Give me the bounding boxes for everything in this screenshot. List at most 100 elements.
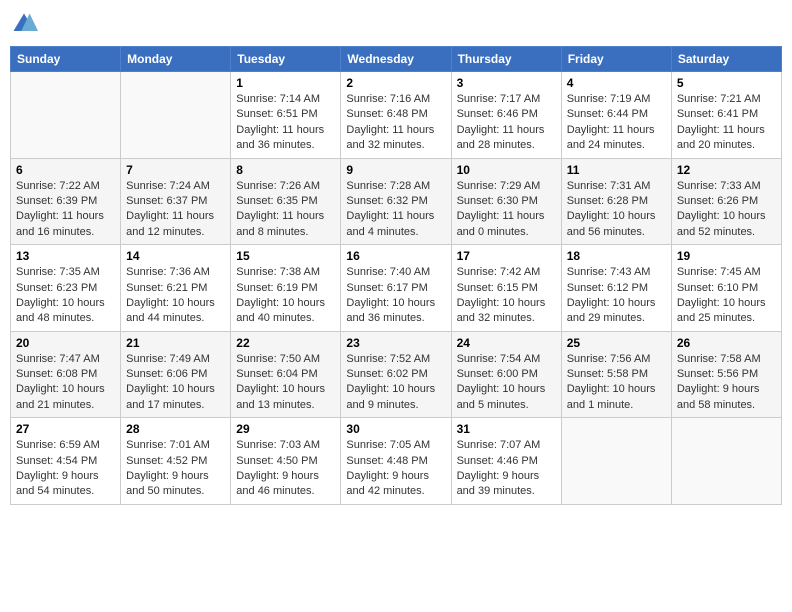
day-number: 12	[677, 163, 776, 177]
weekday-header-thursday: Thursday	[451, 47, 561, 72]
day-info: Sunrise: 7:50 AM Sunset: 6:04 PM Dayligh…	[236, 352, 335, 414]
logo-icon	[10, 10, 38, 38]
weekday-header-monday: Monday	[121, 47, 231, 72]
week-row-5: 27Sunrise: 6:59 AM Sunset: 4:54 PM Dayli…	[11, 418, 782, 505]
calendar-cell: 12 Sunrise: 7:33 AM Sunset: 6:26 PM Dayli…	[671, 158, 781, 245]
day-number: 21	[126, 336, 225, 350]
day-number: 29	[236, 422, 335, 436]
day-info: Sunrise: 7:56 AM Sunset: 5:58 PM Dayligh…	[567, 352, 666, 414]
calendar-cell: 30 Sunrise: 7:05 AM Sunset: 4:48 PM Dayli…	[341, 418, 451, 505]
day-info: Sunrise: 7:40 AM Sunset: 6:17 PM Dayligh…	[346, 265, 445, 327]
day-info: Sunrise: 7:35 AM Sunset: 6:23 PM Dayligh…	[16, 265, 115, 327]
calendar-cell: 4 Sunrise: 7:19 AM Sunset: 6:44 PM Daylig…	[561, 72, 671, 159]
day-number: 26	[677, 336, 776, 350]
day-number: 3	[457, 76, 556, 90]
calendar-cell: 3 Sunrise: 7:17 AM Sunset: 6:46 PM Daylig…	[451, 72, 561, 159]
calendar-cell: 2 Sunrise: 7:16 AM Sunset: 6:48 PM Daylig…	[341, 72, 451, 159]
day-number: 4	[567, 76, 666, 90]
day-info: Sunrise: 7:14 AM Sunset: 6:51 PM Dayligh…	[236, 92, 335, 154]
calendar-cell: 21 Sunrise: 7:49 AM Sunset: 6:06 PM Dayli…	[121, 331, 231, 418]
day-number: 22	[236, 336, 335, 350]
day-number: 8	[236, 163, 335, 177]
calendar-cell	[561, 418, 671, 505]
weekday-header-wednesday: Wednesday	[341, 47, 451, 72]
calendar-cell: 1 Sunrise: 7:14 AM Sunset: 6:51 PM Daylig…	[231, 72, 341, 159]
calendar-cell: 22 Sunrise: 7:50 AM Sunset: 6:04 PM Dayli…	[231, 331, 341, 418]
day-info: Sunrise: 7:05 AM Sunset: 4:48 PM Dayligh…	[346, 438, 445, 500]
day-info: Sunrise: 7:54 AM Sunset: 6:00 PM Dayligh…	[457, 352, 556, 414]
week-row-2: 6 Sunrise: 7:22 AM Sunset: 6:39 PM Daylig…	[11, 158, 782, 245]
day-number: 18	[567, 249, 666, 263]
calendar-cell: 5Sunrise: 7:21 AM Sunset: 6:41 PM Daylig…	[671, 72, 781, 159]
weekday-header-friday: Friday	[561, 47, 671, 72]
day-info: Sunrise: 7:24 AM Sunset: 6:37 PM Dayligh…	[126, 179, 225, 241]
day-info: Sunrise: 7:07 AM Sunset: 4:46 PM Dayligh…	[457, 438, 556, 500]
day-number: 31	[457, 422, 556, 436]
day-info: Sunrise: 7:49 AM Sunset: 6:06 PM Dayligh…	[126, 352, 225, 414]
day-info: Sunrise: 7:16 AM Sunset: 6:48 PM Dayligh…	[346, 92, 445, 154]
day-info: Sunrise: 7:17 AM Sunset: 6:46 PM Dayligh…	[457, 92, 556, 154]
calendar-cell: 17 Sunrise: 7:42 AM Sunset: 6:15 PM Dayli…	[451, 245, 561, 332]
day-number: 11	[567, 163, 666, 177]
day-info: Sunrise: 7:47 AM Sunset: 6:08 PM Dayligh…	[16, 352, 115, 414]
week-row-1: 1 Sunrise: 7:14 AM Sunset: 6:51 PM Daylig…	[11, 72, 782, 159]
page-header	[10, 10, 782, 38]
day-info: Sunrise: 7:22 AM Sunset: 6:39 PM Dayligh…	[16, 179, 115, 241]
day-number: 17	[457, 249, 556, 263]
day-info: Sunrise: 7:45 AM Sunset: 6:10 PM Dayligh…	[677, 265, 776, 327]
weekday-header-saturday: Saturday	[671, 47, 781, 72]
calendar-cell	[121, 72, 231, 159]
weekday-header-tuesday: Tuesday	[231, 47, 341, 72]
day-number: 7	[126, 163, 225, 177]
calendar-cell: 14Sunrise: 7:36 AM Sunset: 6:21 PM Dayli…	[121, 245, 231, 332]
day-number: 14	[126, 249, 225, 263]
calendar-cell: 7 Sunrise: 7:24 AM Sunset: 6:37 PM Daylig…	[121, 158, 231, 245]
calendar-cell: 28 Sunrise: 7:01 AM Sunset: 4:52 PM Dayli…	[121, 418, 231, 505]
calendar-cell: 27Sunrise: 6:59 AM Sunset: 4:54 PM Dayli…	[11, 418, 121, 505]
day-number: 6	[16, 163, 115, 177]
calendar-cell: 9 Sunrise: 7:28 AM Sunset: 6:32 PM Daylig…	[341, 158, 451, 245]
calendar-cell: 15 Sunrise: 7:38 AM Sunset: 6:19 PM Dayli…	[231, 245, 341, 332]
weekday-header-sunday: Sunday	[11, 47, 121, 72]
day-number: 9	[346, 163, 445, 177]
calendar-cell: 18 Sunrise: 7:43 AM Sunset: 6:12 PM Dayli…	[561, 245, 671, 332]
calendar-cell: 29Sunrise: 7:03 AM Sunset: 4:50 PM Dayli…	[231, 418, 341, 505]
day-number: 19	[677, 249, 776, 263]
calendar-cell: 13Sunrise: 7:35 AM Sunset: 6:23 PM Dayli…	[11, 245, 121, 332]
calendar-cell: 26 Sunrise: 7:58 AM Sunset: 5:56 PM Dayli…	[671, 331, 781, 418]
day-info: Sunrise: 7:52 AM Sunset: 6:02 PM Dayligh…	[346, 352, 445, 414]
day-info: Sunrise: 7:19 AM Sunset: 6:44 PM Dayligh…	[567, 92, 666, 154]
day-number: 23	[346, 336, 445, 350]
day-info: Sunrise: 7:42 AM Sunset: 6:15 PM Dayligh…	[457, 265, 556, 327]
week-row-4: 20 Sunrise: 7:47 AM Sunset: 6:08 PM Dayli…	[11, 331, 782, 418]
day-number: 27	[16, 422, 115, 436]
calendar-cell: 11 Sunrise: 7:31 AM Sunset: 6:28 PM Dayli…	[561, 158, 671, 245]
weekday-header-row: SundayMondayTuesdayWednesdayThursdayFrid…	[11, 47, 782, 72]
calendar-cell: 10 Sunrise: 7:29 AM Sunset: 6:30 PM Dayli…	[451, 158, 561, 245]
day-number: 10	[457, 163, 556, 177]
day-info: Sunrise: 7:43 AM Sunset: 6:12 PM Dayligh…	[567, 265, 666, 327]
day-info: Sunrise: 7:26 AM Sunset: 6:35 PM Dayligh…	[236, 179, 335, 241]
day-info: Sunrise: 7:01 AM Sunset: 4:52 PM Dayligh…	[126, 438, 225, 500]
day-number: 28	[126, 422, 225, 436]
day-info: Sunrise: 7:21 AM Sunset: 6:41 PM Dayligh…	[677, 92, 776, 154]
calendar-cell	[671, 418, 781, 505]
day-number: 15	[236, 249, 335, 263]
day-info: Sunrise: 7:28 AM Sunset: 6:32 PM Dayligh…	[346, 179, 445, 241]
day-number: 20	[16, 336, 115, 350]
day-number: 2	[346, 76, 445, 90]
logo	[10, 10, 42, 38]
day-info: Sunrise: 7:29 AM Sunset: 6:30 PM Dayligh…	[457, 179, 556, 241]
calendar-cell: 23 Sunrise: 7:52 AM Sunset: 6:02 PM Dayli…	[341, 331, 451, 418]
calendar-cell: 8 Sunrise: 7:26 AM Sunset: 6:35 PM Daylig…	[231, 158, 341, 245]
day-number: 30	[346, 422, 445, 436]
day-info: Sunrise: 7:31 AM Sunset: 6:28 PM Dayligh…	[567, 179, 666, 241]
day-info: Sunrise: 7:38 AM Sunset: 6:19 PM Dayligh…	[236, 265, 335, 327]
day-info: Sunrise: 7:33 AM Sunset: 6:26 PM Dayligh…	[677, 179, 776, 241]
day-info: Sunrise: 7:58 AM Sunset: 5:56 PM Dayligh…	[677, 352, 776, 414]
day-number: 24	[457, 336, 556, 350]
calendar-cell: 31 Sunrise: 7:07 AM Sunset: 4:46 PM Dayli…	[451, 418, 561, 505]
day-number: 1	[236, 76, 335, 90]
calendar-table: SundayMondayTuesdayWednesdayThursdayFrid…	[10, 46, 782, 505]
week-row-3: 13Sunrise: 7:35 AM Sunset: 6:23 PM Dayli…	[11, 245, 782, 332]
